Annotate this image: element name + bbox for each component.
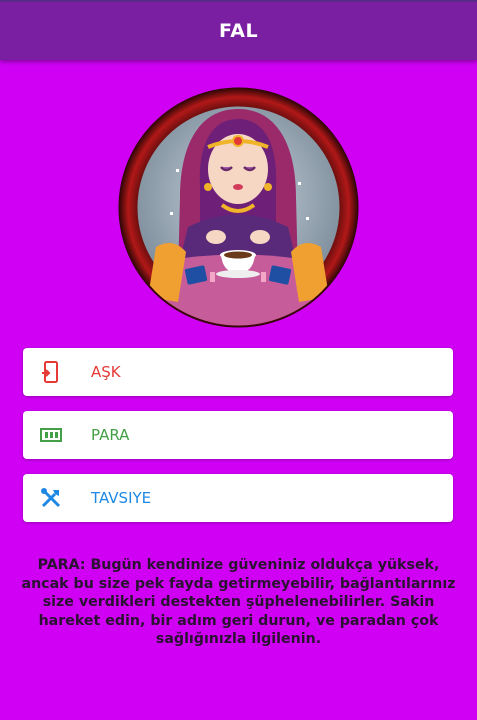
money-icon	[40, 424, 62, 446]
fortune-teller-avatar	[118, 87, 359, 328]
app-title: FAL	[218, 20, 259, 42]
menu-item-tavsiye-label: TAVSIYE	[91, 489, 152, 507]
share-phone-icon	[40, 361, 62, 383]
tools-icon	[40, 487, 62, 509]
fortune-text: PARA: Bugün kendinize güveniniz oldukça …	[21, 557, 456, 647]
menu-item-ask-label: AŞK	[91, 363, 121, 381]
menu-item-para[interactable]: PARA	[23, 411, 453, 459]
menu-item-tavsiye[interactable]: TAVSIYE	[23, 474, 453, 522]
menu-item-para-label: PARA	[91, 426, 130, 444]
app-bar: FAL	[0, 0, 477, 60]
menu-item-ask[interactable]: AŞK	[23, 348, 453, 396]
